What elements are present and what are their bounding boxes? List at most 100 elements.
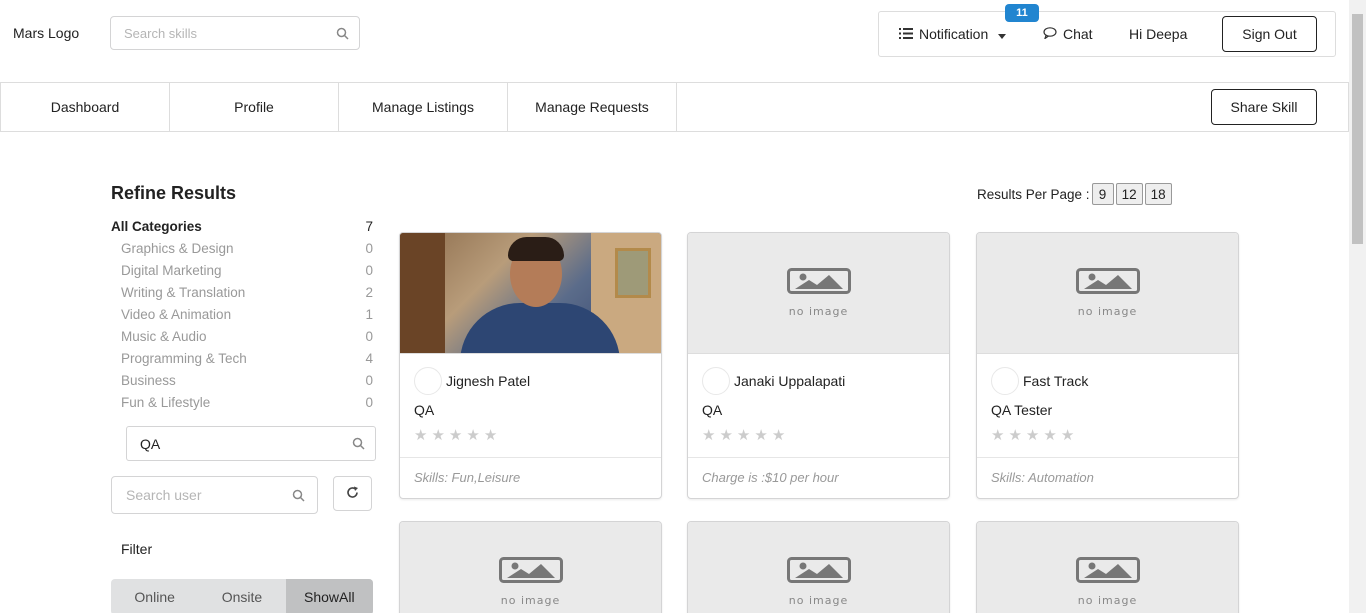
star-rating: ★ ★ ★ ★ ★ bbox=[414, 426, 647, 444]
skill-card-placeholder[interactable]: no image bbox=[688, 522, 949, 613]
category-list: All Categories 7 Graphics & Design 0 Digit… bbox=[111, 217, 373, 415]
skill-card-placeholder[interactable]: no image bbox=[977, 522, 1238, 613]
avatar bbox=[991, 367, 1019, 395]
category-item-music-audio[interactable]: Music & Audio 0 bbox=[111, 327, 373, 349]
category-item-business[interactable]: Business 0 bbox=[111, 371, 373, 393]
tab-manage-requests[interactable]: Manage Requests bbox=[508, 83, 677, 131]
per-page-option-9[interactable]: 9 bbox=[1091, 183, 1114, 205]
image-placeholder-icon bbox=[786, 557, 851, 588]
notification-count-badge: 11 bbox=[1005, 4, 1039, 22]
star-icon: ★ bbox=[483, 427, 498, 444]
filter-showall-button[interactable]: ShowAll bbox=[285, 579, 373, 613]
filter-onsite-button[interactable]: Onsite bbox=[198, 579, 285, 613]
category-item-digital-marketing[interactable]: Digital Marketing 0 bbox=[111, 261, 373, 283]
card-extra-info: Skills: Automation bbox=[991, 470, 1094, 485]
card-owner[interactable]: Jignesh Patel bbox=[414, 367, 647, 395]
card-skill-title[interactable]: QA Tester bbox=[991, 402, 1224, 418]
image-placeholder-icon bbox=[1075, 268, 1140, 299]
chat-bubble-icon bbox=[1043, 26, 1057, 42]
skill-card-placeholder[interactable]: no image bbox=[400, 522, 661, 613]
search-icon[interactable] bbox=[352, 437, 365, 455]
image-placeholder-icon bbox=[786, 268, 851, 299]
no-image-label: no image bbox=[788, 305, 849, 318]
skill-card[interactable]: Jignesh Patel QA ★ ★ ★ ★ ★ Skills: Fun,Leisu… bbox=[399, 232, 662, 499]
skill-card-photo[interactable] bbox=[400, 233, 661, 354]
share-skill-button[interactable]: Share Skill bbox=[1211, 89, 1317, 125]
scrollbar-thumb[interactable] bbox=[1352, 14, 1363, 244]
skill-card[interactable]: no image bbox=[687, 521, 950, 613]
card-owner-name: Janaki Uppalapati bbox=[734, 373, 846, 389]
star-icon: ★ bbox=[466, 427, 480, 444]
category-item-fun-lifestyle[interactable]: Fun & Lifestyle 0 bbox=[111, 393, 373, 415]
skill-filter-box[interactable] bbox=[126, 426, 376, 461]
star-icon: ★ bbox=[736, 427, 751, 444]
skill-card-placeholder[interactable]: no image bbox=[688, 233, 949, 354]
tab-dashboard[interactable]: Dashboard bbox=[1, 83, 170, 131]
category-item-graphics-design[interactable]: Graphics & Design 0 bbox=[111, 239, 373, 261]
skill-card[interactable]: no image bbox=[399, 521, 662, 613]
search-icon[interactable] bbox=[336, 27, 349, 45]
star-icon: ★ bbox=[1008, 427, 1022, 444]
card-extra-info: Charge is :$10 per hour bbox=[702, 470, 839, 485]
user-search-box[interactable] bbox=[111, 476, 318, 514]
list-icon bbox=[899, 26, 913, 42]
notification-label: Notification bbox=[919, 26, 989, 42]
card-extra-info: Skills: Fun,Leisure bbox=[414, 470, 521, 485]
skill-filter-input[interactable] bbox=[127, 427, 375, 460]
star-icon: ★ bbox=[1025, 427, 1040, 444]
per-page-option-18[interactable]: 18 bbox=[1144, 183, 1172, 205]
star-icon: ★ bbox=[771, 427, 786, 444]
image-placeholder-icon bbox=[1075, 557, 1140, 588]
category-item-video-animation[interactable]: Video & Animation 1 bbox=[111, 305, 373, 327]
page-scrollbar[interactable] bbox=[1349, 0, 1366, 613]
star-icon: ★ bbox=[431, 427, 445, 444]
notification-menu[interactable]: Notification bbox=[899, 26, 1007, 42]
skill-search-box[interactable] bbox=[110, 16, 360, 50]
filter-toggle-group: Online Onsite ShowAll bbox=[111, 579, 373, 613]
skill-card[interactable]: no image bbox=[976, 521, 1239, 613]
results-per-page-label: Results Per Page : bbox=[977, 186, 1090, 202]
category-item-writing-translation[interactable]: Writing & Translation 2 bbox=[111, 283, 373, 305]
skill-card-placeholder[interactable]: no image bbox=[977, 233, 1238, 354]
skill-card[interactable]: no image Fast Track QA Tester ★ ★ ★ ★ ★ Skil… bbox=[976, 232, 1239, 499]
site-logo[interactable]: Mars Logo bbox=[13, 25, 79, 41]
filter-online-button[interactable]: Online bbox=[111, 579, 198, 613]
caret-down-icon bbox=[998, 26, 1007, 42]
no-image-label: no image bbox=[500, 594, 561, 607]
star-icon: ★ bbox=[702, 427, 716, 444]
skill-card[interactable]: no image Janaki Uppalapati QA ★ ★ ★ ★ ★ Char… bbox=[687, 232, 950, 499]
star-icon: ★ bbox=[1043, 427, 1057, 444]
star-icon: ★ bbox=[991, 427, 1005, 444]
card-owner-name: Fast Track bbox=[1023, 373, 1089, 389]
user-greeting[interactable]: Hi Deepa bbox=[1129, 26, 1187, 42]
star-icon: ★ bbox=[414, 427, 428, 444]
sign-out-button[interactable]: Sign Out bbox=[1222, 16, 1317, 52]
no-image-label: no image bbox=[1077, 305, 1138, 318]
skill-search-input[interactable] bbox=[111, 17, 359, 49]
refresh-button[interactable] bbox=[333, 476, 372, 511]
per-page-option-12[interactable]: 12 bbox=[1115, 183, 1143, 205]
filter-label: Filter bbox=[121, 541, 153, 557]
search-icon[interactable] bbox=[292, 489, 305, 507]
tab-profile[interactable]: Profile bbox=[170, 83, 339, 131]
no-image-label: no image bbox=[788, 594, 849, 607]
tab-manage-listings[interactable]: Manage Listings bbox=[339, 83, 508, 131]
chat-link[interactable]: Chat bbox=[1043, 26, 1093, 42]
chat-label: Chat bbox=[1063, 26, 1093, 42]
star-rating: ★ ★ ★ ★ ★ bbox=[991, 426, 1224, 444]
results-per-page: Results Per Page : 9 12 18 bbox=[977, 183, 1172, 205]
star-icon: ★ bbox=[754, 427, 768, 444]
card-owner[interactable]: Fast Track bbox=[991, 367, 1224, 395]
category-item-all[interactable]: All Categories 7 bbox=[111, 217, 373, 239]
card-skill-title[interactable]: QA bbox=[414, 402, 647, 418]
user-search-input[interactable] bbox=[112, 477, 317, 513]
refine-results-title: Refine Results bbox=[111, 183, 237, 203]
no-image-label: no image bbox=[1077, 594, 1138, 607]
avatar bbox=[414, 367, 442, 395]
card-owner[interactable]: Janaki Uppalapati bbox=[702, 367, 935, 395]
card-owner-name: Jignesh Patel bbox=[446, 373, 531, 389]
star-icon: ★ bbox=[719, 427, 733, 444]
card-skill-title[interactable]: QA bbox=[702, 402, 935, 418]
category-item-programming-tech[interactable]: Programming & Tech 4 bbox=[111, 349, 373, 371]
star-icon: ★ bbox=[448, 427, 463, 444]
